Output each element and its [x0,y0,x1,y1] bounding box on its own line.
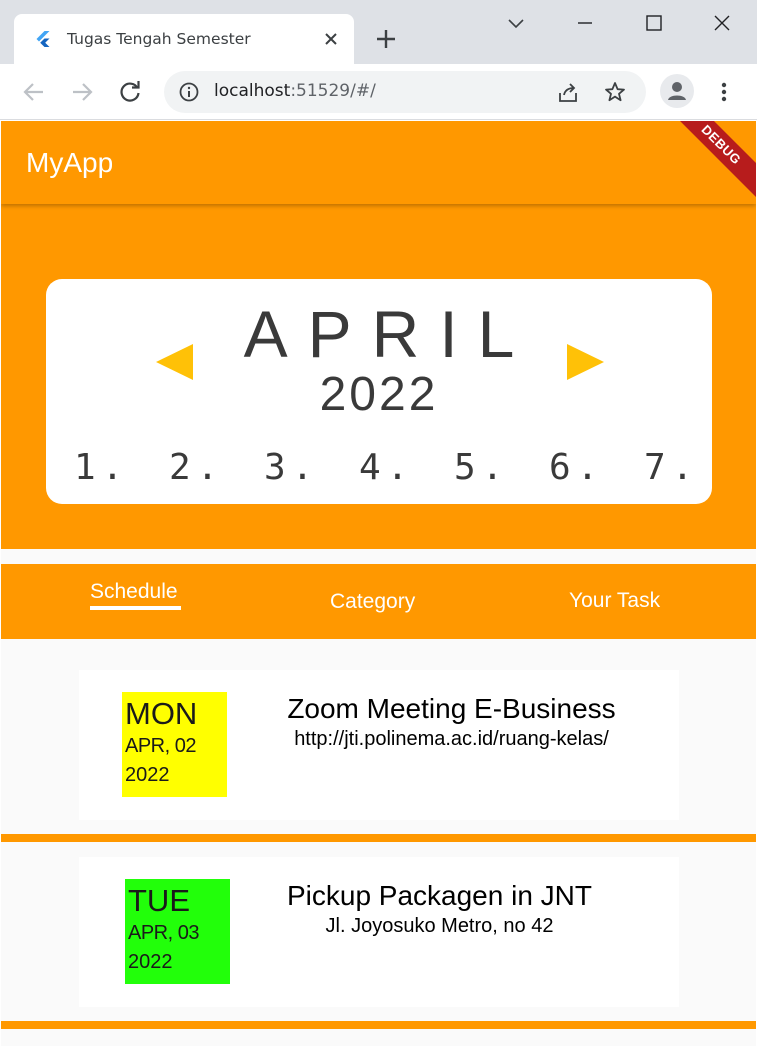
plus-icon[interactable] [372,25,400,53]
task-month-day: APR, 03 [128,922,199,944]
tab-title: Tugas Tengah Semester [67,30,251,48]
info-icon[interactable] [178,81,200,103]
divider [1,1021,756,1029]
profile-button[interactable] [660,74,694,108]
tab-your-task[interactable]: Your Task [569,589,660,613]
url-text[interactable]: localhost:51529/#/ [214,81,376,101]
task-card[interactable]: MON APR, 02 2022 Zoom Meeting E-Business… [79,670,679,820]
day-item[interactable]: 1. [74,447,129,488]
task-year: 2022 [125,764,170,786]
task-title: Pickup Packagen in JNT [286,880,593,911]
day-item[interactable]: 5. [454,447,509,488]
app-title: MyApp [26,147,114,178]
task-card[interactable]: TUE APR, 03 2022 Pickup Packagen in JNT … [79,857,679,1007]
close-icon[interactable] [320,28,342,50]
day-item[interactable]: 2. [169,447,224,488]
url-host: localhost [214,81,291,101]
window-close-icon[interactable] [706,10,738,38]
task-year: 2022 [128,951,173,973]
task-day-of-week: TUE [128,883,190,918]
task-month-day: APR, 02 [125,735,196,757]
year-label: 2022 [319,368,439,421]
day-item[interactable]: 4. [359,447,414,488]
day-item[interactable]: 3. [264,447,319,488]
task-list: MON APR, 02 2022 Zoom Meeting E-Business… [1,639,756,1046]
task-date-badge: TUE APR, 03 2022 [125,879,230,984]
tab-indicator [90,606,181,610]
flutter-icon [36,31,50,47]
back-icon[interactable] [20,78,48,106]
task-title: Zoom Meeting E-Business [287,693,616,724]
month-label: APRIL [243,297,535,371]
tab-bar: Schedule Category Your Task [1,564,756,639]
task-day-of-week: MON [125,696,198,731]
task-date-badge: MON APR, 02 2022 [122,692,227,797]
day-row: 1. 2. 3. 4. 5. 6. 7. [74,447,704,491]
chevron-down-icon[interactable] [500,10,532,38]
app-bar: MyApp [1,121,756,204]
divider [1,834,756,842]
share-icon[interactable] [556,81,580,105]
reload-icon[interactable] [116,78,144,106]
tab-category[interactable]: Category [330,590,415,614]
address-bar[interactable]: localhost:51529/#/ [164,71,646,113]
maximize-icon[interactable] [638,10,670,38]
kebab-menu-icon[interactable] [712,78,736,106]
profile-icon [668,82,686,100]
calendar-header: APRIL 2022 1. 2. 3. 4. 5. 6. 7. [1,204,756,549]
star-icon[interactable] [603,80,627,104]
browser-tabstrip: Tugas Tengah Semester [0,0,757,66]
task-detail: Jl. Joyosuko Metro, no 42 [325,915,554,937]
day-item[interactable]: 7. [644,447,699,488]
browser-tab[interactable]: Tugas Tengah Semester [14,14,354,66]
task-detail: http://jti.polinema.ac.id/ruang-kelas/ [294,728,609,750]
minimize-icon[interactable] [569,10,601,38]
forward-icon[interactable] [68,78,96,106]
day-item[interactable]: 6. [549,447,604,488]
url-path: :51529/#/ [290,81,376,101]
calendar-card: APRIL 2022 1. 2. 3. 4. 5. 6. 7. [46,279,712,504]
app-viewport: MyApp DEBUG APRIL 2022 1. 2. 3. 4. 5. 6.… [1,121,756,1046]
browser-toolbar: localhost:51529/#/ [0,64,757,120]
tab-schedule[interactable]: Schedule [90,580,178,604]
